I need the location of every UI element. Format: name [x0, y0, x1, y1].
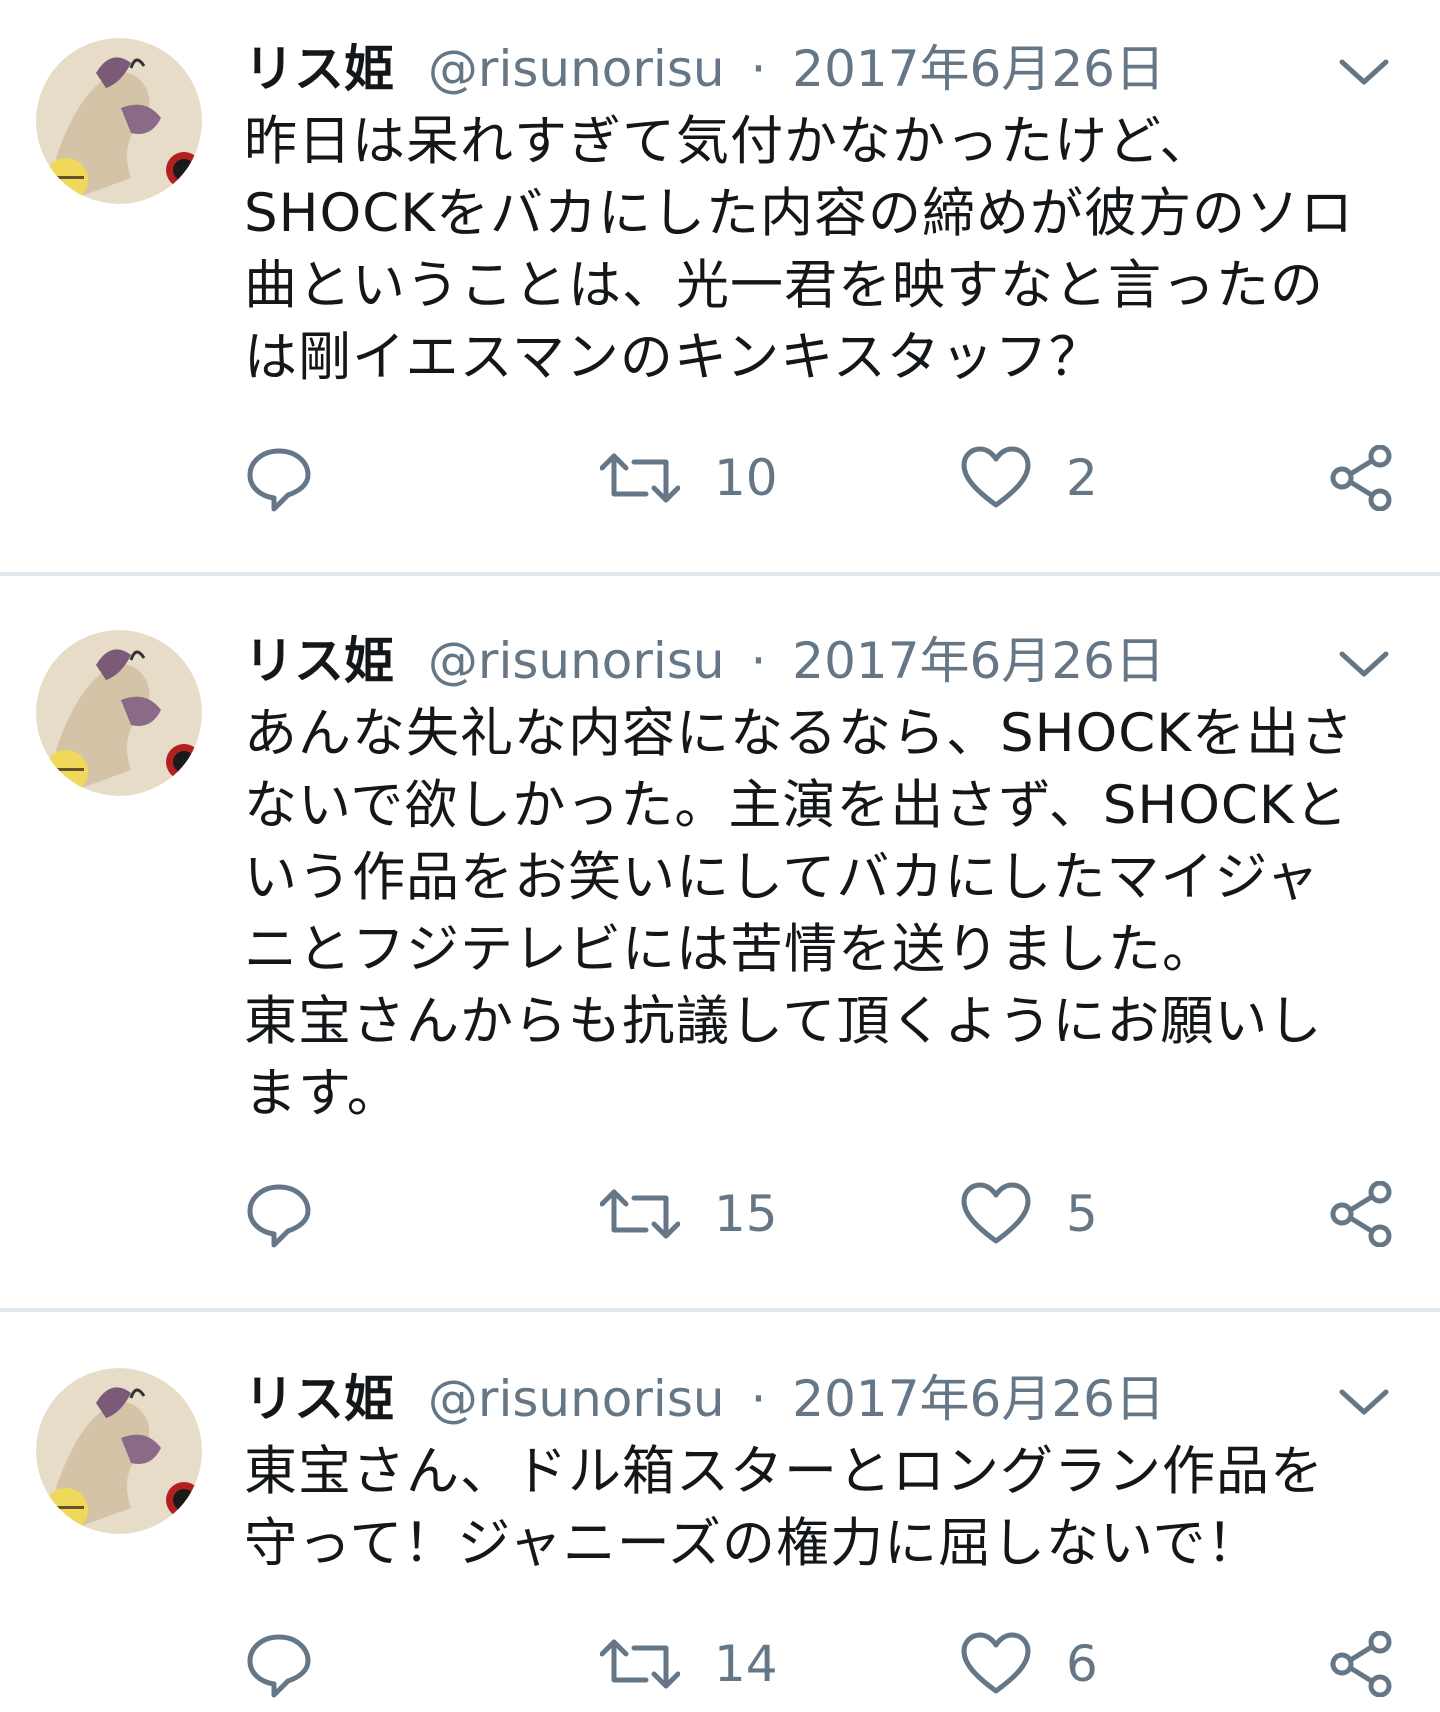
- tweet-header: リス姫 @risunorisu · 2017年6月26日: [244, 626, 1280, 696]
- tweet-text-line: 昨日は呆れすぎて気付かなかったけど、: [244, 111, 1214, 172]
- tweet-text-line: 曲ということは、光一君を映すなと言ったの: [244, 255, 1324, 316]
- share-nodes-icon: [1330, 445, 1392, 511]
- speech-bubble-icon: [247, 1184, 311, 1248]
- reply-button[interactable]: [244, 438, 314, 518]
- chevron-down-icon[interactable]: [1336, 52, 1392, 92]
- tweet[interactable]: リス姫 @risunorisu · 2017年6月26日 東宝さん、ドル箱スター…: [0, 1312, 1440, 1712]
- like-button[interactable]: 6: [960, 1624, 1098, 1704]
- heart-outline-icon: [961, 1632, 1031, 1694]
- tweet-text: あんな失礼な内容になるなら、SHOCKを出さ ないで欲しかった。主演を出さず、S…: [244, 698, 1394, 1130]
- like-button[interactable]: 2: [960, 438, 1098, 518]
- tweet-text-line: ニとフジテレビには苦情を送りました。: [244, 919, 1216, 980]
- separator-dot: ·: [750, 1370, 767, 1428]
- tweet-text-line: ます。: [244, 1063, 401, 1124]
- retweet-button[interactable]: 10: [600, 438, 778, 518]
- reply-button[interactable]: [244, 1624, 314, 1704]
- tweet-text-line: SHOCKをバカにした内容の締めが彼方のソロ: [244, 183, 1354, 244]
- tweet-actions: 10 2: [0, 438, 1440, 518]
- like-count: 2: [1066, 449, 1098, 507]
- tweet-text-line: ないで欲しかった。主演を出さず、SHOCKと: [244, 775, 1349, 836]
- heart-outline-icon: [961, 446, 1031, 508]
- retweet-button[interactable]: 15: [600, 1174, 778, 1254]
- speech-bubble-icon: [247, 448, 311, 512]
- avatar[interactable]: [36, 38, 202, 204]
- retweet-arrows-icon: [600, 453, 680, 503]
- tweet-text-line: 東宝さん、ドル箱スターとロングラン作品を: [244, 1441, 1324, 1502]
- share-nodes-icon: [1330, 1631, 1392, 1697]
- share-button[interactable]: [1328, 1174, 1394, 1254]
- separator-dot: ·: [750, 40, 767, 98]
- tweet-text: 昨日は呆れすぎて気付かなかったけど、 SHOCKをバカにした内容の締めが彼方のソ…: [244, 106, 1394, 394]
- tweet[interactable]: リス姫 @risunorisu · 2017年6月26日 昨日は呆れすぎて気付か…: [0, 0, 1440, 528]
- tweet-text-line: 東宝さんからも抗議して頂くようにお願いし: [244, 991, 1323, 1052]
- tweet-header: リス姫 @risunorisu · 2017年6月26日: [244, 1364, 1280, 1434]
- tweet-date[interactable]: 2017年6月26日: [792, 1370, 1165, 1428]
- speech-bubble-icon: [247, 1634, 311, 1698]
- tweet-text-line: いう作品をお笑いにしてバカにしたマイジャ: [244, 847, 1320, 908]
- like-count: 6: [1066, 1635, 1098, 1693]
- chevron-down-icon[interactable]: [1336, 1382, 1392, 1422]
- retweet-count: 14: [714, 1635, 778, 1693]
- author-handle[interactable]: @risunorisu: [428, 1370, 725, 1428]
- tweet-text: 東宝さん、ドル箱スターとロングラン作品を 守って！ジャニーズの権力に屈しないで！: [244, 1436, 1394, 1580]
- tweet-date[interactable]: 2017年6月26日: [792, 632, 1165, 690]
- heart-outline-icon: [961, 1182, 1031, 1244]
- reply-button[interactable]: [244, 1174, 314, 1254]
- author-name[interactable]: リス姫: [244, 632, 394, 690]
- tweet[interactable]: リス姫 @risunorisu · 2017年6月26日 あんな失礼な内容になる…: [0, 576, 1440, 1304]
- separator-dot: ·: [750, 632, 767, 690]
- squirrel-avatar-icon: [36, 38, 202, 204]
- chevron-down-icon[interactable]: [1336, 644, 1392, 684]
- retweet-button[interactable]: 14: [600, 1624, 778, 1704]
- like-button[interactable]: 5: [960, 1174, 1098, 1254]
- author-handle[interactable]: @risunorisu: [428, 632, 725, 690]
- author-name[interactable]: リス姫: [244, 1370, 394, 1428]
- share-nodes-icon: [1330, 1181, 1392, 1247]
- tweet-actions: 15 5: [0, 1174, 1440, 1254]
- tweet-header: リス姫 @risunorisu · 2017年6月26日: [244, 34, 1280, 104]
- retweet-arrows-icon: [600, 1639, 680, 1689]
- tweet-text-line: あんな失礼な内容になるなら、SHOCKを出さ: [244, 703, 1354, 764]
- author-name[interactable]: リス姫: [244, 40, 394, 98]
- avatar[interactable]: [36, 630, 202, 796]
- author-handle[interactable]: @risunorisu: [428, 40, 725, 98]
- squirrel-avatar-icon: [36, 630, 202, 796]
- retweet-count: 10: [714, 449, 778, 507]
- tweet-date[interactable]: 2017年6月26日: [792, 40, 1165, 98]
- tweet-text-line: は剛イエスマンのキンキスタッフ？: [244, 327, 1103, 388]
- tweet-actions: 14 6: [0, 1624, 1440, 1704]
- share-button[interactable]: [1328, 438, 1394, 518]
- tweet-text-line: 守って！ジャニーズの権力に屈しないで！: [244, 1513, 1261, 1574]
- like-count: 5: [1066, 1185, 1098, 1243]
- avatar[interactable]: [36, 1368, 202, 1534]
- retweet-count: 15: [714, 1185, 778, 1243]
- squirrel-avatar-icon: [36, 1368, 202, 1534]
- share-button[interactable]: [1328, 1624, 1394, 1704]
- retweet-arrows-icon: [600, 1189, 680, 1239]
